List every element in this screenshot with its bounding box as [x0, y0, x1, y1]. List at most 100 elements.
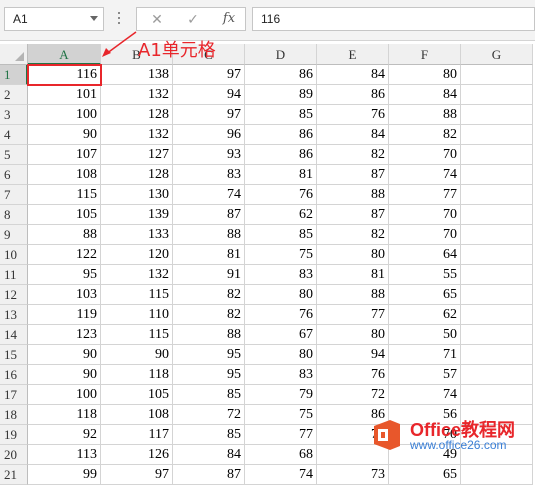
cell-a14[interactable]: 123	[28, 325, 101, 345]
cell-a12[interactable]: 103	[28, 285, 101, 305]
cell-g7[interactable]	[461, 185, 533, 205]
cell-a10[interactable]: 122	[28, 245, 101, 265]
column-header-d[interactable]: D	[245, 44, 317, 65]
row-header[interactable]: 16	[0, 365, 28, 385]
cell-e16[interactable]: 76	[317, 365, 389, 385]
cell-e14[interactable]: 80	[317, 325, 389, 345]
cell-d8[interactable]: 62	[245, 205, 317, 225]
cell-b6[interactable]: 128	[101, 165, 173, 185]
cell-g1[interactable]	[461, 65, 533, 85]
cell-d9[interactable]: 85	[245, 225, 317, 245]
cell-b16[interactable]: 118	[101, 365, 173, 385]
row-header[interactable]: 19	[0, 425, 28, 445]
cell-g12[interactable]	[461, 285, 533, 305]
cell-b11[interactable]: 132	[101, 265, 173, 285]
cell-b15[interactable]: 90	[101, 345, 173, 365]
row-header[interactable]: 8	[0, 205, 28, 225]
cell-b12[interactable]: 115	[101, 285, 173, 305]
row-header[interactable]: 10	[0, 245, 28, 265]
row-header[interactable]: 5	[0, 145, 28, 165]
cell-b20[interactable]: 126	[101, 445, 173, 465]
cell-d21[interactable]: 74	[245, 465, 317, 485]
cell-g9[interactable]	[461, 225, 533, 245]
cell-b18[interactable]: 108	[101, 405, 173, 425]
row-header[interactable]: 4	[0, 125, 28, 145]
cell-a8[interactable]: 105	[28, 205, 101, 225]
cell-b7[interactable]: 130	[101, 185, 173, 205]
cell-g5[interactable]	[461, 145, 533, 165]
cell-d17[interactable]: 79	[245, 385, 317, 405]
cell-c7[interactable]: 74	[173, 185, 245, 205]
cell-e11[interactable]: 81	[317, 265, 389, 285]
row-header[interactable]: 11	[0, 265, 28, 285]
cell-d6[interactable]: 81	[245, 165, 317, 185]
cell-e6[interactable]: 87	[317, 165, 389, 185]
cell-a16[interactable]: 90	[28, 365, 101, 385]
cell-c20[interactable]: 84	[173, 445, 245, 465]
cell-b19[interactable]: 117	[101, 425, 173, 445]
cell-f12[interactable]: 65	[389, 285, 461, 305]
cell-b4[interactable]: 132	[101, 125, 173, 145]
row-header[interactable]: 1	[0, 65, 28, 85]
cancel-icon[interactable]: ✕	[145, 10, 169, 28]
cell-d2[interactable]: 89	[245, 85, 317, 105]
cell-a15[interactable]: 90	[28, 345, 101, 365]
cell-a19[interactable]: 92	[28, 425, 101, 445]
cell-f14[interactable]: 50	[389, 325, 461, 345]
cell-a11[interactable]: 95	[28, 265, 101, 285]
cell-f4[interactable]: 82	[389, 125, 461, 145]
row-header[interactable]: 20	[0, 445, 28, 465]
cell-c1[interactable]: 97	[173, 65, 245, 85]
cell-f15[interactable]: 71	[389, 345, 461, 365]
cell-d15[interactable]: 80	[245, 345, 317, 365]
cell-f2[interactable]: 84	[389, 85, 461, 105]
name-box[interactable]: A1	[4, 7, 104, 31]
formula-input[interactable]: 116	[252, 7, 535, 31]
cell-g17[interactable]	[461, 385, 533, 405]
row-header[interactable]: 17	[0, 385, 28, 405]
cell-c6[interactable]: 83	[173, 165, 245, 185]
cell-f9[interactable]: 70	[389, 225, 461, 245]
cell-c11[interactable]: 91	[173, 265, 245, 285]
cell-b1[interactable]: 138	[101, 65, 173, 85]
cell-c14[interactable]: 88	[173, 325, 245, 345]
cell-e1[interactable]: 84	[317, 65, 389, 85]
cell-e10[interactable]: 80	[317, 245, 389, 265]
cell-a7[interactable]: 115	[28, 185, 101, 205]
row-header[interactable]: 9	[0, 225, 28, 245]
cell-g4[interactable]	[461, 125, 533, 145]
cell-g2[interactable]	[461, 85, 533, 105]
cell-g6[interactable]	[461, 165, 533, 185]
cell-f7[interactable]: 77	[389, 185, 461, 205]
cell-c5[interactable]: 93	[173, 145, 245, 165]
cell-f8[interactable]: 70	[389, 205, 461, 225]
column-header-a[interactable]: A	[28, 44, 101, 65]
cell-d1[interactable]: 86	[245, 65, 317, 85]
cell-g11[interactable]	[461, 265, 533, 285]
row-header[interactable]: 6	[0, 165, 28, 185]
cell-a20[interactable]: 113	[28, 445, 101, 465]
cell-b10[interactable]: 120	[101, 245, 173, 265]
row-header[interactable]: 18	[0, 405, 28, 425]
cell-e9[interactable]: 82	[317, 225, 389, 245]
cell-f3[interactable]: 88	[389, 105, 461, 125]
cell-c17[interactable]: 85	[173, 385, 245, 405]
cell-g8[interactable]	[461, 205, 533, 225]
cell-d20[interactable]: 68	[245, 445, 317, 465]
row-header[interactable]: 13	[0, 305, 28, 325]
cell-c19[interactable]: 85	[173, 425, 245, 445]
cell-a6[interactable]: 108	[28, 165, 101, 185]
cell-e13[interactable]: 77	[317, 305, 389, 325]
row-header[interactable]: 12	[0, 285, 28, 305]
cell-b2[interactable]: 132	[101, 85, 173, 105]
drag-handle-icon[interactable]	[118, 12, 121, 26]
cell-e4[interactable]: 84	[317, 125, 389, 145]
cell-d7[interactable]: 76	[245, 185, 317, 205]
row-header[interactable]: 21	[0, 465, 28, 485]
cell-b14[interactable]: 115	[101, 325, 173, 345]
column-header-e[interactable]: E	[317, 44, 389, 65]
cell-g16[interactable]	[461, 365, 533, 385]
cell-e12[interactable]: 88	[317, 285, 389, 305]
cell-e17[interactable]: 72	[317, 385, 389, 405]
cell-c10[interactable]: 81	[173, 245, 245, 265]
